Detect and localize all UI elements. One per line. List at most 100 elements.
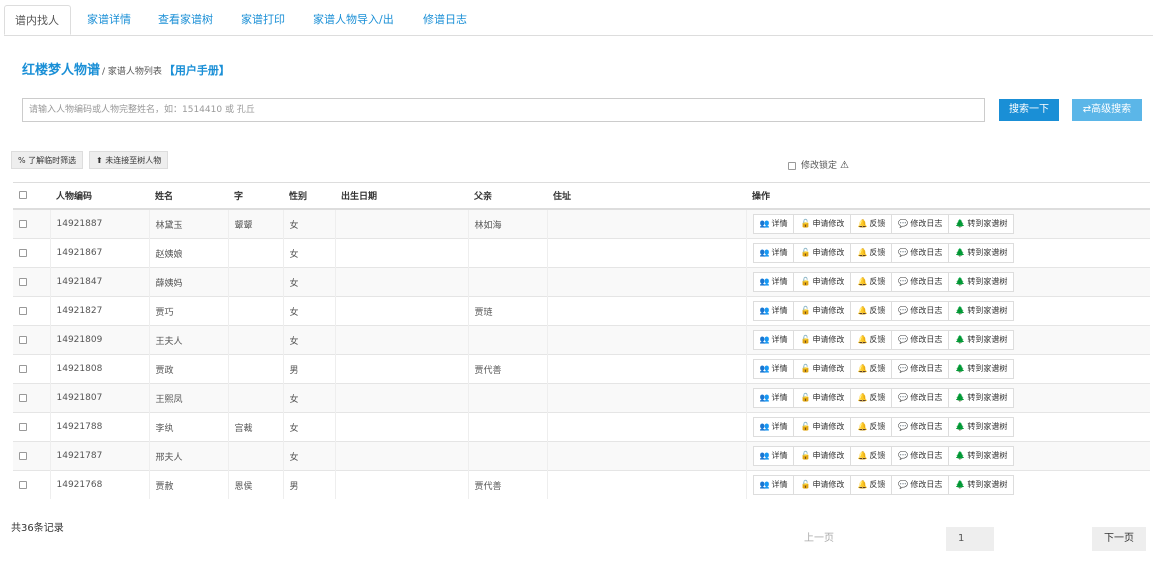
cell-name[interactable]: 贾赦 — [148, 470, 228, 499]
edit-lock-checkbox[interactable] — [788, 161, 796, 170]
next-page-button[interactable]: 下一页 — [1092, 527, 1146, 551]
advanced-search-button[interactable]: ⇄高级搜索 — [1072, 99, 1142, 121]
row-select-cell[interactable] — [13, 208, 50, 239]
select-all-header[interactable] — [13, 182, 50, 210]
row-select-cell[interactable] — [13, 325, 50, 355]
cell-name[interactable]: 贾巧 — [148, 296, 228, 326]
row-checkbox[interactable] — [19, 393, 27, 402]
edit-lock[interactable]: 修改锁定 ⚠ — [788, 158, 849, 171]
comment-action-button[interactable]: 💬 修改日志 — [891, 272, 950, 292]
bell-action-button[interactable]: 🔔 反馈 — [850, 272, 893, 292]
unlock-action-button[interactable]: 🔓 申请修改 — [793, 475, 852, 495]
comment-action-button[interactable]: 💬 修改日志 — [891, 446, 950, 466]
row-checkbox[interactable] — [19, 306, 27, 315]
comment-action-button[interactable]: 💬 修改日志 — [891, 388, 950, 408]
unlock-action-button[interactable]: 🔓 申请修改 — [793, 388, 852, 408]
bell-action-button[interactable]: 🔔 反馈 — [850, 359, 893, 379]
row-select-cell[interactable] — [13, 383, 50, 413]
comment-action-button[interactable]: 💬 修改日志 — [891, 301, 950, 321]
users-action-button[interactable]: 👥 详情 — [752, 330, 795, 350]
bell-action-button[interactable]: 🔔 反馈 — [850, 417, 893, 437]
users-action-button[interactable]: 👥 详情 — [752, 359, 795, 379]
search-input[interactable] — [22, 98, 985, 122]
action-label: 修改日志 — [910, 248, 943, 257]
comment-action-button[interactable]: 💬 修改日志 — [891, 359, 950, 379]
unlock-action-button[interactable]: 🔓 申请修改 — [793, 272, 852, 292]
users-action-button[interactable]: 👥 详情 — [752, 446, 795, 466]
comment-action-button[interactable]: 💬 修改日志 — [891, 214, 950, 234]
users-action-button[interactable]: 👥 详情 — [752, 475, 795, 495]
tab-genealogy-detail[interactable]: 家谱详情 — [77, 5, 141, 35]
bell-action-button[interactable]: 🔔 反馈 — [850, 301, 893, 321]
tree-action-button[interactable]: 🌲 转到家谱树 — [948, 417, 1015, 437]
tree-action-button[interactable]: 🌲 转到家谱树 — [948, 214, 1015, 234]
unlock-action-button[interactable]: 🔓 申请修改 — [793, 330, 852, 350]
bell-action-button[interactable]: 🔔 反馈 — [850, 475, 893, 495]
bell-action-button[interactable]: 🔔 反馈 — [850, 214, 893, 234]
temp-filter-button[interactable]: % 了解临时筛选 — [11, 151, 84, 169]
bell-action-button[interactable]: 🔔 反馈 — [850, 446, 893, 466]
row-checkbox[interactable] — [19, 422, 27, 431]
cell-name[interactable]: 薛姨妈 — [148, 267, 228, 297]
search-button[interactable]: 搜索一下 — [999, 99, 1059, 121]
tree-action-button[interactable]: 🌲 转到家谱树 — [948, 301, 1015, 321]
cell-name[interactable]: 王夫人 — [148, 325, 228, 355]
comment-action-button[interactable]: 💬 修改日志 — [891, 475, 950, 495]
users-action-button[interactable]: 👥 详情 — [752, 301, 795, 321]
cell-name[interactable]: 邢夫人 — [148, 441, 228, 471]
unlock-action-button[interactable]: 🔓 申请修改 — [793, 417, 852, 437]
row-checkbox[interactable] — [19, 335, 27, 344]
unlock-action-button[interactable]: 🔓 申请修改 — [793, 243, 852, 263]
users-action-button[interactable]: 👥 详情 — [752, 272, 795, 292]
current-page[interactable]: 1 — [946, 527, 994, 551]
comment-action-button[interactable]: 💬 修改日志 — [891, 417, 950, 437]
tree-action-button[interactable]: 🌲 转到家谱树 — [948, 388, 1015, 408]
user-manual-link[interactable]: 【用户手册】 — [164, 64, 230, 77]
tab-import-export[interactable]: 家谱人物导入/出 — [303, 5, 404, 35]
bell-action-button[interactable]: 🔔 反馈 — [850, 388, 893, 408]
tab-search-person[interactable]: 谱内找人 — [4, 5, 71, 35]
unlock-action-button[interactable]: 🔓 申请修改 — [793, 301, 852, 321]
bell-action-button[interactable]: 🔔 反馈 — [850, 330, 893, 350]
row-select-cell[interactable] — [13, 296, 50, 326]
unlinked-persons-button[interactable]: ⬆ 未连接至树人物 — [89, 151, 169, 169]
row-select-cell[interactable] — [13, 238, 50, 268]
users-action-button[interactable]: 👥 详情 — [752, 388, 795, 408]
row-select-cell[interactable] — [13, 267, 50, 297]
unlock-action-button[interactable]: 🔓 申请修改 — [793, 446, 852, 466]
cell-name[interactable]: 李纨 — [148, 412, 228, 442]
row-checkbox[interactable] — [19, 451, 27, 460]
row-select-cell[interactable] — [13, 412, 50, 442]
tree-action-button[interactable]: 🌲 转到家谱树 — [948, 475, 1015, 495]
tree-action-button[interactable]: 🌲 转到家谱树 — [948, 243, 1015, 263]
row-select-cell[interactable] — [13, 354, 50, 384]
cell-name[interactable]: 王熙凤 — [148, 383, 228, 413]
row-checkbox[interactable] — [19, 364, 27, 373]
tree-action-button[interactable]: 🌲 转到家谱树 — [948, 272, 1015, 292]
unlock-action-button[interactable]: 🔓 申请修改 — [793, 214, 852, 234]
bell-action-button[interactable]: 🔔 反馈 — [850, 243, 893, 263]
comment-action-button[interactable]: 💬 修改日志 — [891, 243, 950, 263]
cell-name[interactable]: 贾政 — [148, 354, 228, 384]
row-checkbox[interactable] — [19, 248, 27, 257]
tab-print[interactable]: 家谱打印 — [231, 5, 295, 35]
users-action-button[interactable]: 👥 详情 — [752, 214, 795, 234]
row-select-cell[interactable] — [13, 441, 50, 471]
tab-view-tree[interactable]: 查看家谱树 — [148, 5, 223, 35]
users-action-button[interactable]: 👥 详情 — [752, 243, 795, 263]
comment-action-button[interactable]: 💬 修改日志 — [891, 330, 950, 350]
row-select-cell[interactable] — [13, 470, 50, 499]
bell-icon: 🔔 — [857, 219, 868, 228]
tree-action-button[interactable]: 🌲 转到家谱树 — [948, 330, 1015, 350]
select-all-checkbox[interactable] — [19, 191, 27, 199]
tree-action-button[interactable]: 🌲 转到家谱树 — [948, 446, 1015, 466]
users-action-button[interactable]: 👥 详情 — [752, 417, 795, 437]
cell-name[interactable]: 赵姨娘 — [148, 238, 228, 268]
row-checkbox[interactable] — [19, 277, 27, 286]
tree-action-button[interactable]: 🌲 转到家谱树 — [948, 359, 1015, 379]
tab-edit-log[interactable]: 修谱日志 — [413, 5, 477, 35]
row-checkbox[interactable] — [19, 480, 27, 489]
unlock-action-button[interactable]: 🔓 申请修改 — [793, 359, 852, 379]
cell-name[interactable]: 林黛玉 — [148, 208, 228, 239]
row-checkbox[interactable] — [19, 219, 27, 228]
